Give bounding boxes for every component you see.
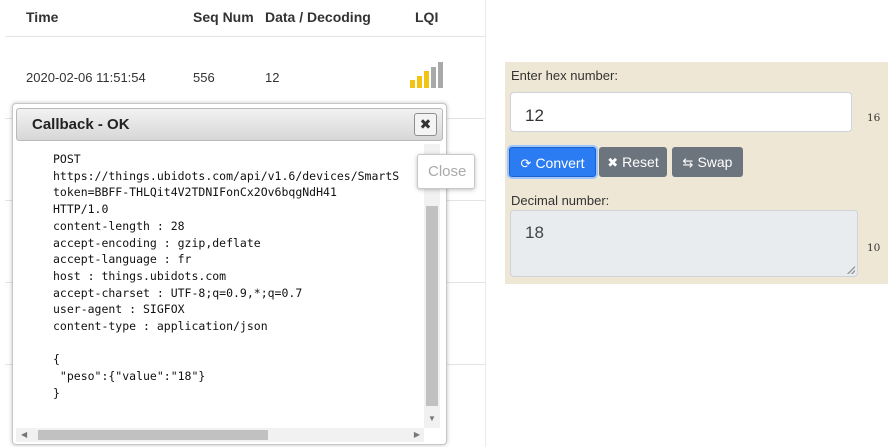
cell-time: 2020-02-06 11:51:54 (26, 70, 146, 85)
dialog-header[interactable]: Callback - OK ✖ (16, 108, 443, 141)
convert-button-label: Convert (535, 155, 585, 171)
hex-converter: Enter hex number: 12 16 ⟳ Convert ✖ Reset … (505, 62, 888, 284)
header-divider (5, 36, 485, 37)
times-icon: ✖ (607, 155, 619, 170)
lqi-bar (417, 75, 422, 88)
reset-button[interactable]: ✖ Reset (599, 147, 667, 177)
decimal-output-label: Decimal number: (511, 193, 610, 208)
reset-button-label: Reset (622, 154, 659, 170)
lqi-bar (431, 66, 436, 88)
dialog-body: POST https://things.ubidots.com/api/v1.6… (16, 144, 441, 428)
scrollbar-thumb[interactable] (426, 206, 438, 406)
resize-handle-icon[interactable] (847, 266, 855, 274)
lqi-bar (438, 62, 443, 88)
callback-request-text: POST https://things.ubidots.com/api/v1.6… (53, 152, 400, 400)
horizontal-scrollbar[interactable]: ◀ ▶ (16, 428, 424, 442)
cell-data: 12 (265, 70, 280, 85)
lqi-bar (410, 80, 415, 88)
swap-button[interactable]: ⇆ Swap (672, 147, 743, 177)
column-header-seq-num[interactable]: Seq Num (193, 9, 254, 25)
refresh-icon: ⟳ (520, 156, 532, 171)
lqi-bar (424, 71, 429, 88)
close-tooltip: Close (417, 154, 475, 189)
swap-button-label: Swap (697, 154, 733, 170)
scroll-left-arrow-icon[interactable]: ◀ (21, 430, 27, 439)
dialog-title: Callback - OK (32, 116, 130, 133)
column-header-time[interactable]: Time (26, 9, 58, 25)
column-header-lqi[interactable]: LQI (415, 9, 438, 25)
column-header-data[interactable]: Data / Decoding (265, 9, 371, 25)
decimal-output[interactable]: 18 (510, 210, 858, 277)
callback-dialog: Callback - OK ✖ POST https://things.ubid… (12, 103, 447, 445)
close-x-icon[interactable]: ✖ (414, 113, 437, 136)
decimal-value: 18 (525, 223, 544, 242)
hex-input[interactable]: 12 (510, 92, 852, 132)
scrollbar-thumb[interactable] (38, 430, 268, 440)
hex-input-label: Enter hex number: (511, 68, 618, 83)
lqi-signal-icon (410, 62, 446, 88)
hex-base-label: 16 (867, 112, 881, 124)
scroll-right-arrow-icon[interactable]: ▶ (414, 430, 420, 439)
scroll-down-arrow-icon[interactable]: ▼ (428, 414, 436, 423)
cell-seq-num: 556 (193, 70, 215, 85)
swap-icon: ⇆ (682, 155, 694, 170)
convert-button[interactable]: ⟳ Convert (509, 147, 596, 177)
decimal-base-label: 10 (867, 242, 881, 254)
